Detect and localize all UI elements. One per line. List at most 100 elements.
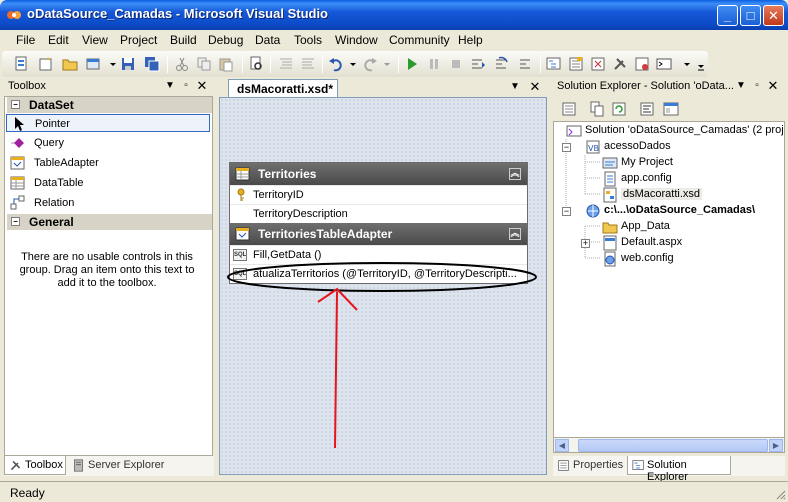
menu-data[interactable]: Data: [255, 33, 280, 47]
stop-icon[interactable]: [448, 56, 464, 72]
save-icon[interactable]: [120, 56, 136, 72]
tab-solution-explorer[interactable]: Solution Explorer: [627, 456, 731, 483]
collapse-icon[interactable]: ︽: [509, 228, 521, 240]
solution-explorer-tree: Solution 'oDataSource_Camadas' (2 projec…: [553, 121, 785, 453]
dataset-designer-surface[interactable]: [219, 97, 547, 475]
uncomment-icon[interactable]: [300, 56, 316, 72]
copy-icon[interactable]: [196, 56, 212, 72]
tab-server-explorer[interactable]: Server Explorer: [68, 456, 168, 475]
maximize-button[interactable]: □: [740, 5, 761, 26]
collapse-icon[interactable]: −: [11, 100, 20, 109]
active-files-dropdown-icon[interactable]: ▼: [509, 81, 521, 93]
show-all-files-icon[interactable]: [589, 101, 605, 117]
solution-explorer-title: Solution Explorer - Solution 'oData...: [557, 80, 734, 92]
close-icon[interactable]: ✕: [196, 79, 208, 92]
toolbar-separator: [540, 55, 541, 73]
undo-dropdown-icon[interactable]: [346, 56, 362, 72]
properties-icon[interactable]: [561, 101, 577, 117]
config-file-icon: [604, 251, 616, 267]
toolbox-item-datatable[interactable]: DataTable: [6, 174, 210, 192]
properties-window-icon[interactable]: [568, 56, 584, 72]
redo-dropdown-icon[interactable]: [380, 56, 396, 72]
toolbox-empty-message: There are no usable controls in this gro…: [19, 251, 195, 289]
menu-build[interactable]: Build: [170, 33, 197, 47]
column-row[interactable]: TerritoryID: [230, 185, 527, 204]
collapse-icon[interactable]: −: [11, 217, 20, 226]
view-code-icon[interactable]: [639, 101, 655, 117]
resize-grip-icon[interactable]: [774, 488, 786, 500]
tableadapter-header[interactable]: TerritoriesTableAdapter ︽: [230, 223, 527, 245]
query-method-row[interactable]: SQL Fill,GetData (): [230, 245, 527, 264]
sql-icon: SQL: [233, 249, 247, 261]
datatable-territories[interactable]: Territories ︽ TerritoryID TerritoryDescr…: [229, 162, 528, 284]
menu-community[interactable]: Community: [389, 33, 450, 47]
toolbox-item-relation[interactable]: Relation: [6, 194, 210, 212]
new-project-icon[interactable]: [14, 56, 30, 72]
column-row[interactable]: TerritoryDescription: [230, 204, 527, 223]
add-new-item-icon[interactable]: [86, 56, 102, 72]
menu-help[interactable]: Help: [458, 33, 483, 47]
menu-project[interactable]: Project: [120, 33, 157, 47]
toolbox-item-tableadapter[interactable]: TableAdapter: [6, 154, 210, 172]
datatable-header[interactable]: Territories ︽: [230, 163, 527, 185]
save-all-icon[interactable]: [144, 56, 160, 72]
toolbar-overflow-icon[interactable]: [694, 56, 710, 72]
collapse-icon[interactable]: −: [562, 143, 571, 152]
pause-icon[interactable]: [426, 56, 442, 72]
toolbox-category-dataset[interactable]: − DataSet: [7, 97, 212, 113]
auto-hide-pin-icon[interactable]: ▫: [180, 80, 192, 92]
step-into-icon[interactable]: [470, 56, 486, 72]
status-bar: Ready: [0, 481, 788, 502]
tab-toolbox[interactable]: Toolbox: [4, 456, 66, 475]
menu-window[interactable]: Window: [335, 33, 378, 47]
close-document-icon[interactable]: ✕: [529, 80, 541, 93]
auto-hide-pin-icon[interactable]: ▫: [751, 80, 763, 92]
comment-icon[interactable]: [278, 56, 294, 72]
right-panel-tabs: Properties Solution Explorer: [553, 456, 785, 483]
window-position-dropdown-icon[interactable]: ▼: [735, 80, 747, 92]
folder-icon: [602, 222, 618, 234]
add-item-icon[interactable]: [38, 56, 54, 72]
step-over-icon[interactable]: [494, 56, 510, 72]
collapse-icon[interactable]: ︽: [509, 168, 521, 180]
undo-icon[interactable]: [328, 56, 344, 72]
view-designer-icon[interactable]: [663, 101, 679, 117]
toolbar-separator: [167, 55, 168, 73]
cut-icon[interactable]: [174, 56, 190, 72]
start-page-icon[interactable]: [634, 56, 650, 72]
find-icon[interactable]: [248, 56, 264, 72]
scrollbar-thumb[interactable]: [578, 439, 768, 452]
tab-properties[interactable]: Properties: [553, 456, 625, 475]
open-file-icon[interactable]: [62, 56, 78, 72]
close-icon[interactable]: ✕: [767, 79, 779, 92]
collapse-icon[interactable]: −: [562, 207, 571, 216]
expand-icon[interactable]: +: [581, 239, 590, 248]
query-method-row[interactable]: SQL atualizaTerritorios (@TerritoryID, @…: [230, 264, 527, 283]
window-position-dropdown-icon[interactable]: ▼: [164, 80, 176, 92]
solution-explorer-toolbar: [553, 96, 785, 121]
tab-dsmacoratti-xsd[interactable]: dsMacoratti.xsd*: [228, 79, 338, 97]
solution-explorer-icon[interactable]: [546, 56, 562, 72]
close-button[interactable]: ✕: [763, 5, 784, 26]
command-window-icon[interactable]: [656, 56, 672, 72]
menu-tools[interactable]: Tools: [294, 33, 322, 47]
step-out-icon[interactable]: [518, 56, 534, 72]
scroll-right-arrow-icon[interactable]: ▶: [769, 439, 783, 452]
menu-edit[interactable]: Edit: [48, 33, 69, 47]
toolbox-icon[interactable]: [612, 56, 628, 72]
menu-file[interactable]: File: [16, 33, 35, 47]
toolbox-category-general[interactable]: − General: [7, 214, 212, 230]
horizontal-scrollbar[interactable]: ◀ ▶: [553, 437, 785, 453]
paste-icon[interactable]: [218, 56, 234, 72]
scroll-left-arrow-icon[interactable]: ◀: [555, 439, 569, 452]
start-debugging-icon[interactable]: [404, 56, 420, 72]
refresh-icon[interactable]: [611, 101, 627, 117]
title-bar: oDataSource_Camadas - Microsoft Visual S…: [0, 0, 788, 30]
toolbox-item-pointer[interactable]: Pointer: [6, 114, 210, 132]
menu-debug[interactable]: Debug: [208, 33, 243, 47]
toolbox-item-query[interactable]: Query: [6, 134, 210, 152]
object-browser-icon[interactable]: [590, 56, 606, 72]
menu-view[interactable]: View: [82, 33, 108, 47]
redo-icon[interactable]: [362, 56, 378, 72]
minimize-button[interactable]: _: [717, 5, 738, 26]
